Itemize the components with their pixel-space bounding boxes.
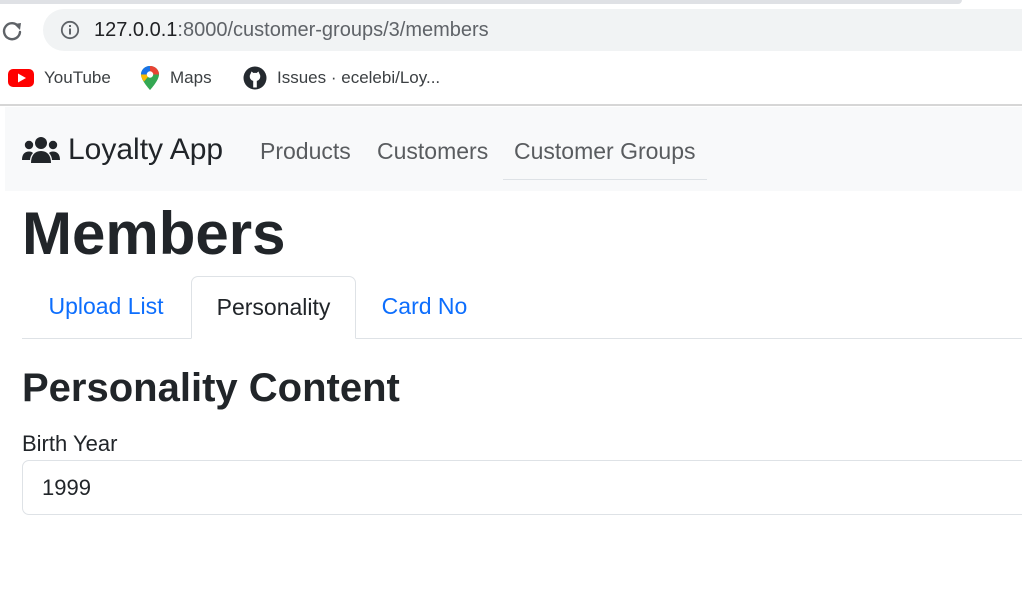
bookmark-github-issues[interactable]: Issues · ecelebi/Loy... bbox=[243, 62, 440, 94]
bookmarks-bar: YouTube Maps Issues · ecelebi/Loy... bbox=[0, 62, 1022, 94]
reload-button[interactable] bbox=[0, 18, 26, 44]
birth-year-input[interactable] bbox=[22, 460, 1022, 515]
youtube-icon bbox=[8, 69, 34, 87]
brand-name: Loyalty App bbox=[68, 133, 224, 166]
nav-link-products[interactable]: Products bbox=[260, 137, 351, 165]
tab-strip-edge bbox=[0, 0, 962, 4]
navbar-brand[interactable]: Loyalty App bbox=[22, 133, 223, 167]
site-info-icon[interactable] bbox=[60, 20, 80, 40]
nav-link-customer-groups[interactable]: Customer Groups bbox=[503, 137, 707, 180]
bookmark-label: YouTube bbox=[44, 68, 111, 87]
tab-upload-list[interactable]: Upload List bbox=[22, 276, 190, 337]
tab-bar: Upload List Personality Card No bbox=[22, 276, 1022, 339]
tab-card-no[interactable]: Card No bbox=[361, 276, 488, 337]
url-path: :8000/customer-groups/3/members bbox=[177, 19, 489, 41]
reload-icon bbox=[2, 22, 22, 41]
users-icon bbox=[22, 137, 60, 163]
chrome-divider bbox=[0, 104, 1022, 106]
navbar: Loyalty App Products Customers Customer … bbox=[5, 107, 1022, 191]
google-maps-icon bbox=[141, 66, 159, 90]
bookmark-label: Issues · ecelebi/Loy... bbox=[277, 68, 441, 87]
tab-personality[interactable]: Personality bbox=[191, 276, 356, 339]
nav-link-customers[interactable]: Customers bbox=[377, 137, 488, 165]
url-text[interactable]: 127.0.0.1:8000/customer-groups/3/members bbox=[94, 19, 489, 41]
github-icon bbox=[243, 66, 267, 90]
bookmark-maps[interactable]: Maps bbox=[140, 62, 212, 94]
bookmark-label: Maps bbox=[170, 68, 212, 87]
birth-year-label: Birth Year bbox=[22, 431, 118, 456]
page-title: Members bbox=[22, 200, 286, 267]
section-title: Personality Content bbox=[22, 366, 400, 410]
address-bar[interactable]: 127.0.0.1:8000/customer-groups/3/members bbox=[43, 9, 1022, 51]
url-host: 127.0.0.1 bbox=[94, 19, 178, 41]
bookmark-youtube[interactable]: YouTube bbox=[8, 62, 111, 94]
